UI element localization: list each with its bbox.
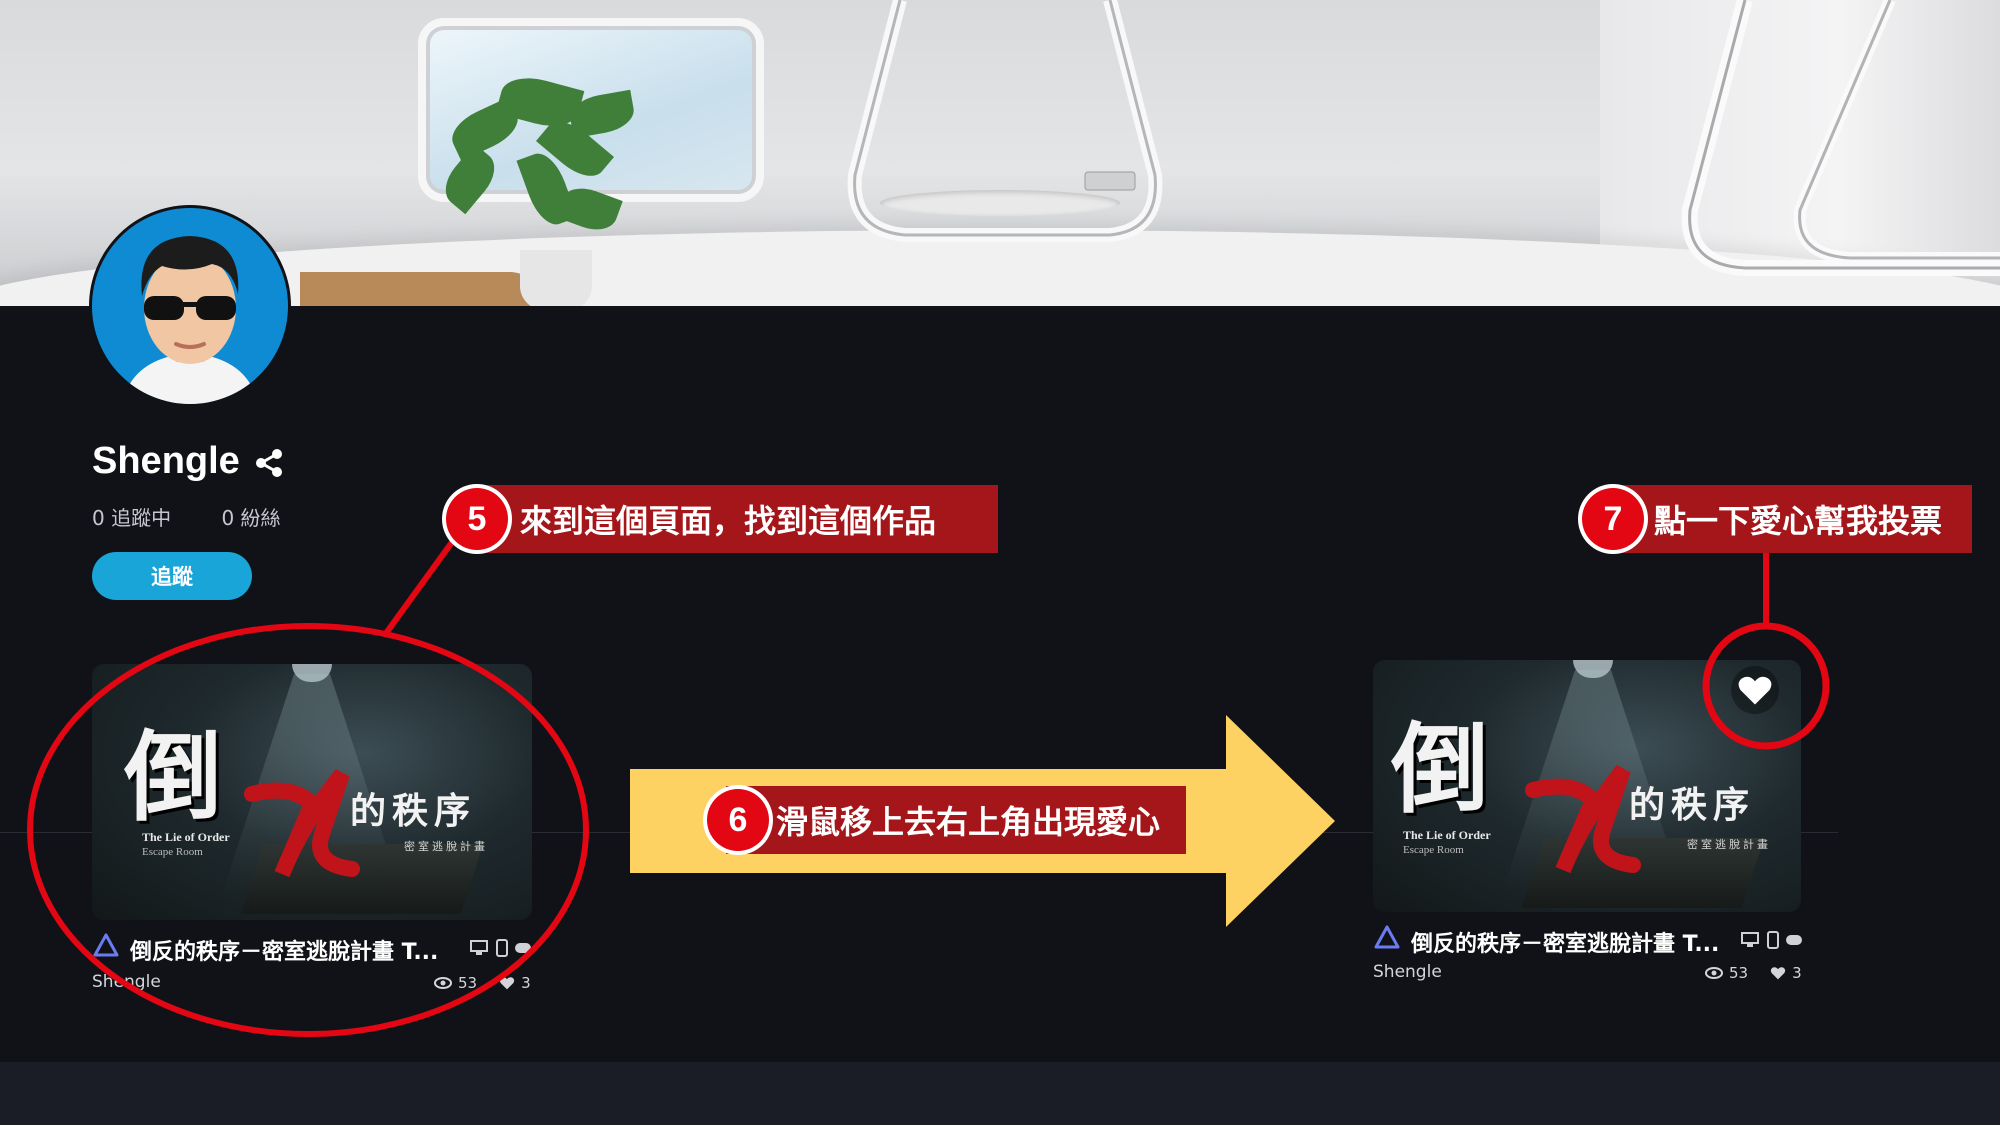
annotation-step-7-text: 點一下愛心幫我投票	[1654, 502, 1943, 540]
connector-line-5	[381, 536, 458, 638]
highlight-ellipse	[27, 623, 589, 1037]
annotation-step-7: 點一下愛心幫我投票	[1604, 485, 1972, 553]
highlight-circle	[1702, 622, 1830, 750]
annotation-step-6: 滑鼠移上去右上角出現愛心	[726, 786, 1186, 854]
annotation-overlay	[27, 536, 1830, 1037]
step-badge-5: 5	[446, 488, 508, 550]
annotation-step-5-text: 來到這個頁面，找到這個作品	[520, 502, 937, 540]
step-badge-7: 7	[1582, 488, 1644, 550]
annotation-step-6-text: 滑鼠移上去右上角出現愛心	[776, 803, 1161, 841]
annotation-step-5: 來到這個頁面，找到這個作品	[470, 485, 998, 553]
step-badge-6: 6	[707, 789, 769, 851]
